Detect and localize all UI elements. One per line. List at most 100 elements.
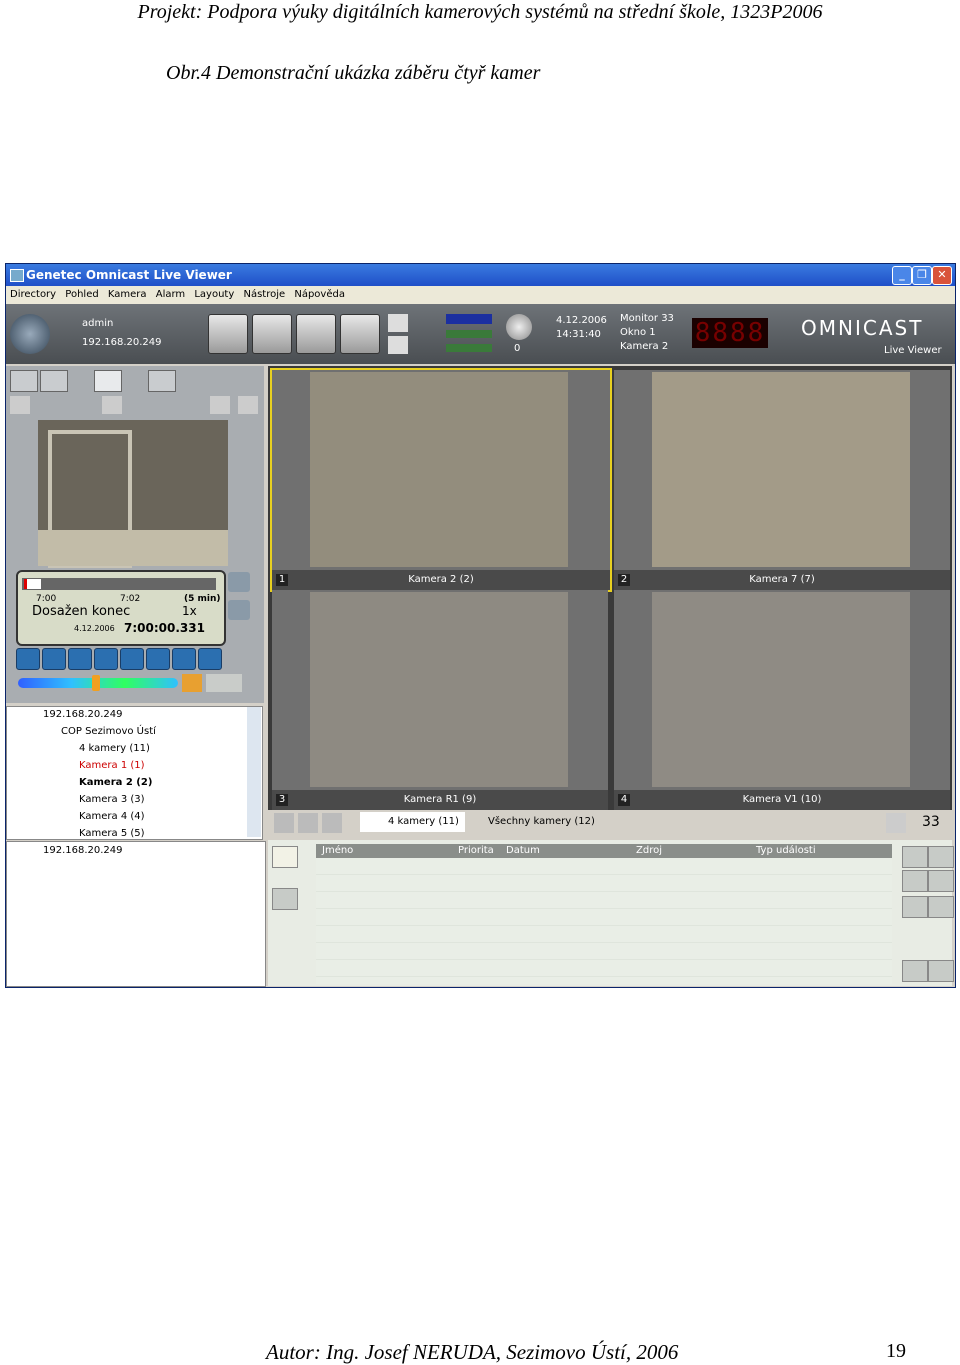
column-zdroj[interactable]: Zdroj xyxy=(636,845,662,856)
document-icon[interactable] xyxy=(928,846,954,868)
led-display: 8888 xyxy=(692,318,768,348)
snapshot-icon[interactable] xyxy=(208,314,248,354)
tree-item-4-kamery[interactable]: 4 kamery (11) xyxy=(79,743,150,754)
zoom-out-icon[interactable] xyxy=(228,600,250,620)
forward-button[interactable] xyxy=(198,648,222,670)
camera-tile-1[interactable]: 1 Kamera 2 (2) xyxy=(270,368,612,592)
tile-camera-name: Kamera 2 (2) xyxy=(408,574,474,585)
column-priorita[interactable]: Priorita xyxy=(458,845,494,856)
layout-icon[interactable] xyxy=(388,314,408,332)
menu-nastroje[interactable]: Nástroje xyxy=(243,286,285,304)
refresh-view-icon[interactable] xyxy=(322,813,342,833)
tab-download[interactable] xyxy=(10,370,38,392)
volume-bar[interactable] xyxy=(446,314,492,324)
app-window: Genetec Omnicast Live Viewer _ ❐ ✕ Direc… xyxy=(5,263,956,988)
camera-label: Kamera 2 xyxy=(620,341,669,352)
page-header: Projekt: Podpora výuky digitálních kamer… xyxy=(137,1,823,23)
window-icon[interactable] xyxy=(210,396,230,414)
menu-pohled[interactable]: Pohled xyxy=(65,286,98,304)
preview-floor xyxy=(38,530,228,566)
tile-camera-name: Kamera R1 (9) xyxy=(403,794,477,805)
close-panel-icon[interactable] xyxy=(238,396,258,414)
tab-search[interactable] xyxy=(40,370,68,392)
rewind-button[interactable] xyxy=(42,648,66,670)
column-jmeno[interactable]: Jméno xyxy=(322,845,353,856)
menu-layouty[interactable]: Layouty xyxy=(194,286,234,304)
forward-icon[interactable] xyxy=(902,870,928,892)
menu-alarm[interactable]: Alarm xyxy=(156,286,185,304)
speed-slider[interactable] xyxy=(18,675,178,691)
export-button[interactable] xyxy=(120,648,144,670)
camera-tile-4[interactable]: 4 Kamera V1 (10) xyxy=(614,590,950,810)
eye-icon[interactable] xyxy=(928,960,954,982)
menu-directory[interactable]: Directory xyxy=(10,286,56,304)
save-button[interactable] xyxy=(94,648,118,670)
tree-scrollbar[interactable] xyxy=(247,707,261,837)
tab-vsechny-kamery[interactable]: Všechny kamery (12) xyxy=(460,812,601,832)
recycle-icon[interactable] xyxy=(340,314,380,354)
acknowledge-icon[interactable] xyxy=(902,846,928,868)
tree-item-kamera-4[interactable]: Kamera 4 (4) xyxy=(79,811,145,822)
tree-item-kamera-5[interactable]: Kamera 5 (5) xyxy=(79,828,145,839)
view-bar: 4 kamery (11) Všechny kamery (12) 33 xyxy=(268,810,952,836)
close-button[interactable]: ✕ xyxy=(932,266,952,285)
disc-icon[interactable] xyxy=(506,314,532,340)
tab-4-kamery[interactable]: 4 kamery (11) xyxy=(360,812,465,832)
back-button[interactable] xyxy=(172,648,196,670)
info-icon[interactable] xyxy=(388,336,408,354)
main-toolbar: admin 192.168.20.249 0 4.12.2006 14:31:4… xyxy=(6,304,955,364)
tree-item-kamera-3[interactable]: Kamera 3 (3) xyxy=(79,794,145,805)
snapshot-button[interactable] xyxy=(146,648,170,670)
refresh-icon[interactable] xyxy=(902,960,928,982)
playback-status: Dosažen konec xyxy=(32,604,131,619)
column-datum[interactable]: Datum xyxy=(506,845,540,856)
tab-playback[interactable] xyxy=(94,370,122,392)
app-icon xyxy=(10,269,24,282)
speed-slider-handle[interactable] xyxy=(92,675,100,691)
time: 14:31:40 xyxy=(556,329,601,340)
level-bar-2 xyxy=(446,344,492,352)
tab-tools[interactable] xyxy=(148,370,176,392)
alarm-tree-root[interactable]: 192.168.20.249 xyxy=(43,845,123,856)
fullscreen-icon[interactable] xyxy=(298,813,318,833)
flag-icon[interactable] xyxy=(272,888,298,910)
timeline-bar[interactable] xyxy=(22,578,216,590)
time-range: (5 min) xyxy=(184,594,221,604)
help-icon[interactable] xyxy=(928,870,954,892)
grid-layout-icon[interactable] xyxy=(274,813,294,833)
play-button[interactable] xyxy=(16,648,40,670)
camera-select-icon[interactable] xyxy=(10,396,30,414)
alarm-icon[interactable] xyxy=(272,846,298,868)
event-table-header: Jméno Priorita Datum Zdroj Typ události xyxy=(316,844,892,858)
level-bar xyxy=(446,330,492,338)
camera-tile-3[interactable]: 3 Kamera R1 (9) xyxy=(272,590,608,810)
lock-icon[interactable] xyxy=(182,674,202,692)
timeline-marker xyxy=(24,579,41,589)
playback-timestamp: 7:00:00.331 xyxy=(124,621,205,635)
tree-root[interactable]: 192.168.20.249 xyxy=(43,709,123,720)
edit-icon[interactable] xyxy=(886,813,906,833)
tree-item-kamera-1[interactable]: Kamera 1 (1) xyxy=(79,760,145,771)
menu-napoveda[interactable]: Nápověda xyxy=(294,286,345,304)
tree-site[interactable]: COP Sezimovo Ústí xyxy=(61,726,156,737)
camera-snapshot-icon[interactable] xyxy=(252,314,292,354)
settings-icon[interactable] xyxy=(928,896,954,918)
skip-button[interactable] xyxy=(68,648,92,670)
menu-kamera[interactable]: Kamera xyxy=(108,286,147,304)
left-panel: 7:00 7:02 (5 min) Dosažen konec 1x 4.12.… xyxy=(6,366,264,703)
maximize-button[interactable]: ❐ xyxy=(912,266,932,285)
tree-item-kamera-2[interactable]: Kamera 2 (2) xyxy=(79,777,152,788)
bookmark-icon[interactable] xyxy=(102,396,122,414)
monitor-label: Monitor 33 xyxy=(620,313,674,324)
speaker-icon[interactable] xyxy=(422,312,442,328)
camera-tile-2[interactable]: 2 Kamera 7 (7) xyxy=(614,370,950,590)
list-icon[interactable] xyxy=(902,896,928,918)
checklist-icon[interactable] xyxy=(296,314,336,354)
minimize-button[interactable]: _ xyxy=(892,266,912,285)
playback-controls xyxy=(16,648,256,670)
playback-speed: 1x xyxy=(182,604,197,618)
connect-icon[interactable] xyxy=(10,314,50,354)
turtle-icon[interactable] xyxy=(206,674,242,692)
zoom-in-icon[interactable] xyxy=(228,572,250,592)
column-typ-udalosti[interactable]: Typ události xyxy=(756,845,816,856)
